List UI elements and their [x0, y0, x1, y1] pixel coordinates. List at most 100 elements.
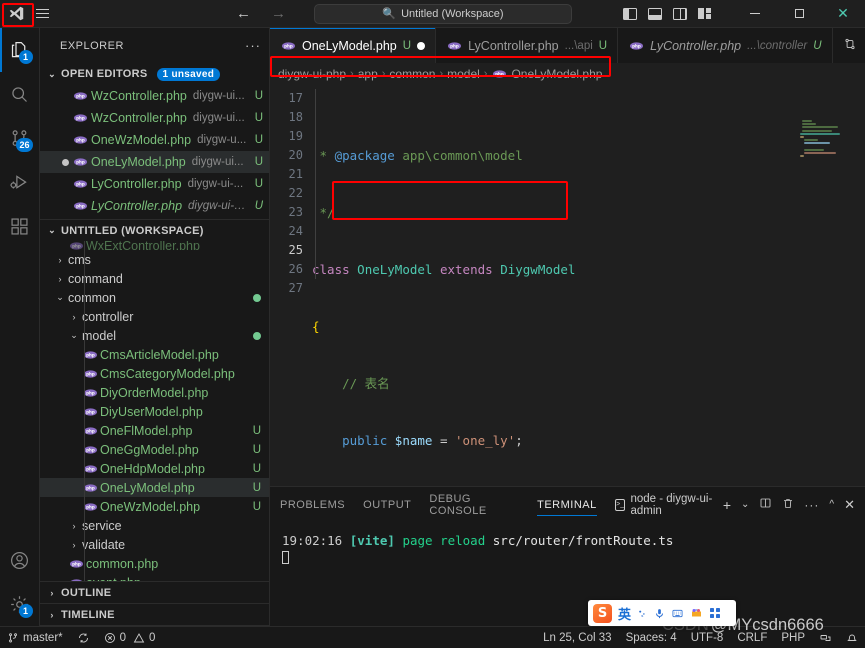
window-minimize-button[interactable]	[733, 0, 777, 28]
open-editor-item[interactable]: php LyController.php diygw-ui-p... U	[40, 195, 269, 217]
tree-file[interactable]: php OneGgModel.php U	[40, 440, 269, 459]
back-button[interactable]: ←	[236, 6, 251, 21]
tree-folder[interactable]: › validate	[40, 535, 269, 554]
minimap[interactable]	[798, 85, 856, 486]
maximize-panel-icon[interactable]: ^	[829, 499, 834, 510]
modified-dot	[253, 293, 261, 302]
activity-source-control[interactable]: 26	[0, 116, 40, 160]
status-problems[interactable]: 0 0	[97, 627, 163, 648]
tab-debug-console[interactable]: DEBUG CONSOLE	[429, 487, 519, 522]
breadcrumb-item[interactable]: app	[358, 67, 378, 81]
breadcrumb-item[interactable]: common	[389, 67, 435, 81]
tree-file[interactable]: php event.php	[40, 573, 269, 581]
toggle-secondary-sidebar-icon[interactable]	[673, 7, 687, 20]
git-status: U	[252, 424, 261, 437]
svg-text:php: php	[86, 352, 95, 357]
code-content[interactable]: * @package app\common\model */ class One…	[312, 85, 865, 486]
tree-folder[interactable]: ⌄ common	[40, 288, 269, 307]
app-grid-icon[interactable]	[709, 607, 721, 619]
tree-folder[interactable]: › service	[40, 516, 269, 535]
window-maximize-button[interactable]	[777, 0, 821, 28]
activity-search[interactable]	[0, 72, 40, 116]
tree-file[interactable]: php WxExtController.php	[40, 241, 269, 250]
open-editor-item[interactable]: php LyController.php diygw-ui-... U	[40, 173, 269, 195]
tree-file[interactable]: php DiyOrderModel.php	[40, 383, 269, 402]
sidebar-explorer: EXPLORER ··· ⌄ OPEN EDITORS 1 unsaved ph…	[40, 28, 270, 626]
open-editor-item[interactable]: php WzController.php diygw-ui... U	[40, 85, 269, 107]
terminal-output[interactable]: 19:02:16 [vite] page reload src/router/f…	[270, 522, 865, 626]
forward-button[interactable]: →	[271, 6, 286, 21]
line-number: 21	[288, 167, 303, 181]
ime-toolbar[interactable]: S 英	[588, 600, 736, 626]
ime-mode-label[interactable]: 英	[618, 604, 631, 623]
split-terminal-icon[interactable]	[759, 497, 772, 512]
toggle-panel-icon[interactable]	[648, 7, 662, 20]
svg-text:php: php	[76, 116, 85, 121]
tab-problems[interactable]: PROBLEMS	[280, 487, 345, 522]
tab-terminal[interactable]: TERMINAL	[537, 487, 597, 522]
section-open-editors[interactable]: ⌄ OPEN EDITORS 1 unsaved	[40, 63, 269, 85]
activity-explorer[interactable]: 1	[0, 28, 40, 72]
editor-tab[interactable]: php LyController.php ...\controller U	[618, 28, 833, 63]
status-sync[interactable]	[70, 627, 97, 648]
tree-file[interactable]: php OneFlModel.php U	[40, 421, 269, 440]
status-notifications-bell[interactable]	[839, 627, 865, 648]
section-outline[interactable]: › OUTLINE	[40, 582, 269, 604]
open-editor-item[interactable]: php WzController.php diygw-ui... U	[40, 107, 269, 129]
activity-extensions[interactable]	[0, 204, 40, 248]
customize-layout-icon[interactable]	[698, 7, 711, 20]
tree-folder[interactable]: › command	[40, 269, 269, 288]
tree-file[interactable]: php CmsArticleModel.php	[40, 345, 269, 364]
sidebar-title-label: EXPLORER	[60, 39, 124, 52]
chevron-down-icon[interactable]: ⌄	[741, 499, 749, 510]
svg-text:php: php	[632, 43, 641, 48]
toolbox-icon[interactable]	[690, 607, 703, 619]
tab-output[interactable]: OUTPUT	[363, 487, 411, 522]
activity-run-debug[interactable]	[0, 160, 40, 204]
status-branch[interactable]: master*	[0, 627, 70, 648]
activity-accounts[interactable]	[0, 538, 40, 582]
tree-item-label: WxExtController.php	[86, 241, 200, 250]
voice-input-icon[interactable]	[637, 608, 648, 619]
tree-file[interactable]: php common.php	[40, 554, 269, 573]
sogou-logo-icon[interactable]: S	[593, 603, 612, 623]
window-close-button[interactable]: ✕	[821, 0, 865, 28]
php-file-icon: php	[72, 180, 88, 188]
tree-folder[interactable]: ⌄ model	[40, 326, 269, 345]
tree-file[interactable]: php DiyUserModel.php	[40, 402, 269, 421]
command-center-search[interactable]: 🔍 Untitled (Workspace)	[314, 3, 572, 24]
soft-keyboard-icon[interactable]	[671, 608, 684, 619]
tree-file[interactable]: php OneWzModel.php U	[40, 497, 269, 516]
mic-icon[interactable]	[654, 607, 665, 620]
editor-tab[interactable]: php OneLyModel.php U	[270, 28, 437, 63]
tree-file[interactable]: php CmsCategoryModel.php	[40, 364, 269, 383]
status-cursor-position[interactable]: Ln 25, Col 33	[536, 627, 618, 648]
terminal-selector[interactable]: >_ node - diygw-ui-admin	[614, 493, 713, 517]
toggle-primary-sidebar-icon[interactable]	[623, 7, 637, 20]
minimap-line	[800, 136, 804, 138]
section-workspace[interactable]: ⌄ UNTITLED (WORKSPACE)	[40, 219, 269, 241]
tree-file[interactable]: php OneLyModel.php U	[40, 478, 269, 497]
open-editor-item[interactable]: php OneLyModel.php diygw-ui... U	[40, 151, 269, 173]
breadcrumb-item[interactable]: php OneLyModel.php	[491, 67, 602, 81]
vscode-logo-icon[interactable]	[4, 3, 28, 25]
tree-folder[interactable]: › controller	[40, 307, 269, 326]
kill-terminal-icon[interactable]	[782, 497, 794, 513]
open-editor-status: U	[254, 178, 263, 190]
open-editor-item[interactable]: php OneWzModel.php diygw-u... U	[40, 129, 269, 151]
code-editor[interactable]: 17 18 19 20 21 22 23 24 25 26 27 * @package app\co…	[270, 85, 865, 486]
search-icon: 🔍	[382, 8, 397, 20]
split-changes-icon[interactable]	[843, 37, 857, 54]
section-timeline[interactable]: › TIMELINE	[40, 604, 269, 626]
breadcrumb-item[interactable]: diygw-ui-php	[278, 67, 346, 81]
new-terminal-icon[interactable]: +	[723, 497, 731, 513]
close-panel-icon[interactable]: ✕	[844, 497, 855, 513]
tree-file[interactable]: php OneHdpModel.php U	[40, 459, 269, 478]
breadcrumb-item[interactable]: model	[447, 67, 480, 81]
tree-folder[interactable]: › cms	[40, 250, 269, 269]
activity-manage-settings[interactable]: 1	[0, 582, 40, 626]
editor-tab[interactable]: php LyController.php ...\api U	[436, 28, 619, 63]
menu-hamburger-icon[interactable]	[30, 3, 54, 25]
sidebar-more-actions-icon[interactable]: ···	[245, 38, 261, 53]
more-actions-icon[interactable]: ···	[804, 498, 819, 512]
